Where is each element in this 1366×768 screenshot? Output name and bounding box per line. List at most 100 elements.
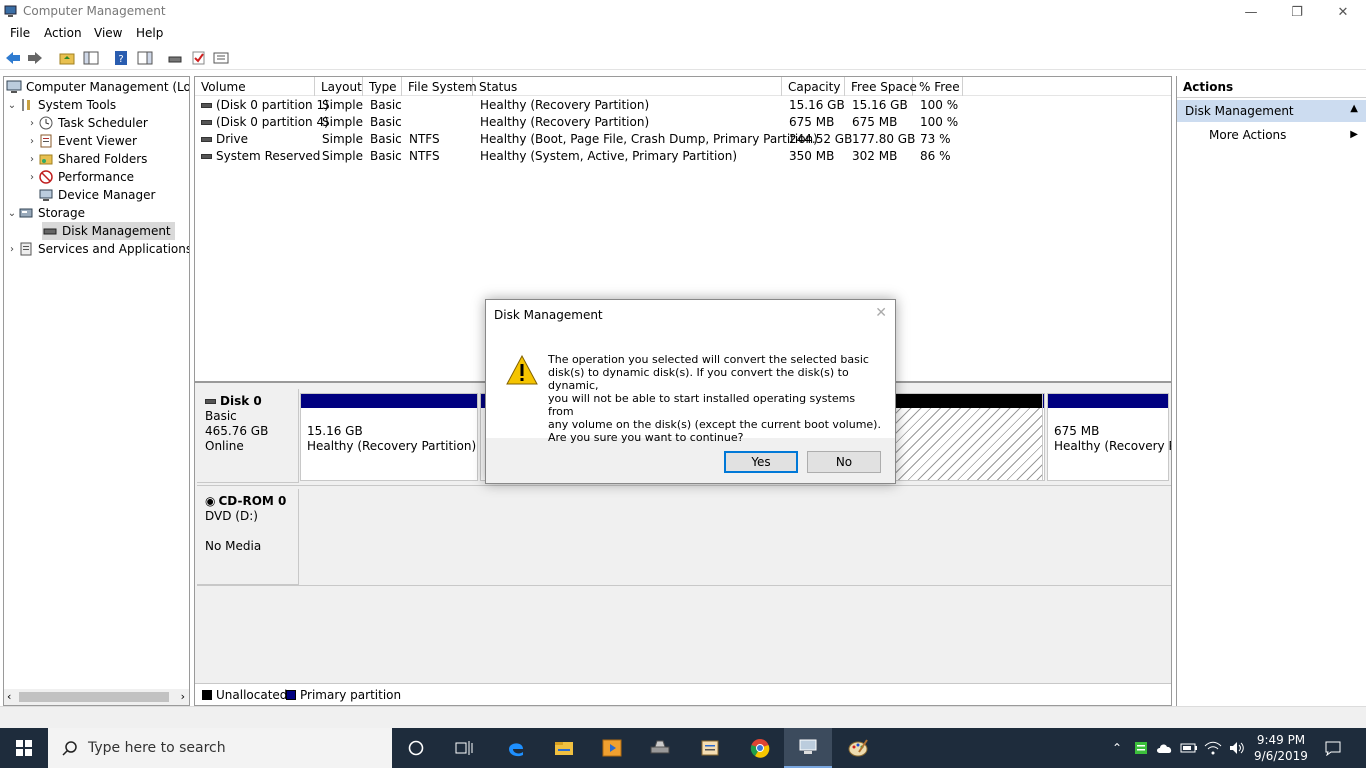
tree-services-applications[interactable]: › Services and Applications (6, 240, 189, 258)
tree-system-tools[interactable]: ⌄ System Tools (6, 96, 116, 114)
chrome-app[interactable] (736, 728, 784, 768)
dialog-message-line: you will not be able to start installed … (548, 392, 856, 418)
cortana-button[interactable] (392, 728, 440, 768)
media-app[interactable] (588, 728, 636, 768)
table-row[interactable]: (Disk 0 partition 4) Simple Basic Healthy (… (195, 114, 1171, 131)
cell-text: Simple (322, 98, 363, 112)
tree-event-viewer[interactable]: › Event Viewer (26, 132, 137, 150)
menu-file[interactable]: File (10, 26, 30, 40)
collapse-icon[interactable]: ▲ (1350, 103, 1358, 114)
chevron-right-icon[interactable]: › (26, 154, 38, 165)
menu-help[interactable]: Help (136, 26, 163, 40)
tray-app-green[interactable] (1130, 728, 1152, 768)
cell-text: 86 % (920, 149, 951, 163)
file-explorer-app[interactable] (540, 728, 588, 768)
column-percent-free[interactable]: % Free (913, 77, 963, 96)
scroll-left-icon[interactable]: ‹ (7, 690, 11, 703)
tree-disk-management[interactable]: Disk Management (42, 222, 175, 240)
actions-section-disk-management[interactable]: Disk Management ▲ (1177, 100, 1366, 122)
start-button[interactable] (0, 728, 48, 768)
cell-text: 73 % (920, 132, 951, 146)
forward-button[interactable] (26, 50, 44, 66)
battery-tray[interactable] (1178, 728, 1200, 768)
disk-0-label[interactable]: Disk 0 Basic 465.76 GB Online (197, 389, 299, 483)
column-type[interactable]: Type (363, 77, 402, 96)
help-button[interactable]: ? (112, 50, 130, 66)
chevron-right-icon[interactable]: › (26, 118, 38, 129)
more-actions[interactable]: More Actions (1209, 128, 1286, 142)
connect-drive-button[interactable] (166, 50, 184, 66)
volume-tray[interactable] (1226, 728, 1248, 768)
edge-icon (509, 743, 523, 757)
network-tray[interactable] (1202, 728, 1224, 768)
partition-4[interactable]: 675 MB Healthy (Recovery P (1047, 393, 1171, 481)
task-view-button[interactable] (440, 728, 488, 768)
chevron-right-icon[interactable]: › (26, 172, 38, 183)
table-row[interactable]: Drive Simple Basic NTFS Healthy (Boot, Page … (195, 131, 1171, 148)
menu-view[interactable]: View (94, 26, 122, 40)
table-cell: Healthy (Recovery Partition) (480, 115, 649, 129)
taskbar-search[interactable]: Type here to search (48, 728, 392, 768)
tree-horizontal-scrollbar[interactable]: ‹ › (4, 689, 189, 705)
yes-button[interactable]: Yes (724, 451, 798, 473)
close-button[interactable]: ✕ (1320, 0, 1366, 24)
computer-management-app[interactable] (784, 728, 832, 768)
submenu-arrow-icon[interactable]: ▶ (1350, 129, 1358, 140)
paint-app[interactable] (834, 728, 882, 768)
chevron-down-icon[interactable]: ⌄ (6, 208, 18, 219)
forward-arrow-icon (28, 52, 42, 64)
show-hide-action-pane-button[interactable] (136, 50, 154, 66)
chevron-down-icon[interactable]: ⌄ (6, 100, 18, 111)
cdrom-icon: ◉ (205, 494, 216, 508)
column-layout[interactable]: Layout (315, 77, 363, 96)
notes-app[interactable] (686, 728, 734, 768)
back-button[interactable] (4, 50, 22, 66)
clock[interactable]: 9:49 PM 9/6/2019 (1250, 728, 1312, 768)
clock-icon (38, 115, 54, 131)
cdrom-0-label[interactable]: ◉ CD-ROM 0 DVD (D:) No Media (197, 489, 299, 585)
dialog-close-icon[interactable]: ✕ (875, 305, 887, 321)
no-button[interactable]: No (807, 451, 881, 473)
scroll-right-icon[interactable]: › (181, 690, 185, 703)
tree-root[interactable]: Computer Management (Local (6, 78, 189, 96)
edge-app[interactable] (492, 728, 540, 768)
menu-action[interactable]: Action (44, 26, 82, 40)
table-cell: 100 % (920, 98, 958, 112)
tree-storage[interactable]: ⌄ Storage (6, 204, 85, 222)
clock-time: 9:49 PM (1256, 733, 1306, 747)
up-folder-button[interactable] (58, 50, 76, 66)
column-file-system[interactable]: File System (402, 77, 477, 96)
show-hidden-icons[interactable]: ⌃ (1108, 728, 1126, 768)
minimize-button[interactable]: — (1228, 0, 1274, 24)
title-bar[interactable]: Computer Management — ❐ ✕ (0, 0, 1366, 24)
onedrive-tray[interactable] (1154, 728, 1176, 768)
table-row[interactable]: System Reserved Simple Basic NTFS Healthy (S… (195, 148, 1171, 165)
primary-swatch (286, 690, 296, 700)
disk-0-name: Disk 0 (220, 394, 262, 408)
column-status[interactable]: Status (473, 77, 782, 96)
partition-selected[interactable] (895, 393, 1043, 481)
restore-icon: ❐ (1291, 4, 1303, 20)
restore-button[interactable]: ❐ (1274, 0, 1320, 24)
column-free-space[interactable]: Free Space (845, 77, 917, 96)
computer-management-window: Computer Management — ❐ ✕ File Action Vi… (0, 0, 1366, 728)
show-hide-tree-button[interactable] (82, 50, 100, 66)
column-capacity[interactable]: Capacity (782, 77, 845, 96)
tree-performance[interactable]: › Performance (26, 168, 134, 186)
chevron-right-icon[interactable]: › (26, 136, 38, 147)
tree-task-scheduler[interactable]: › Task Scheduler (26, 114, 148, 132)
partition-1[interactable]: 15.16 GB Healthy (Recovery Partition) (300, 393, 478, 481)
table-row[interactable]: (Disk 0 partition 1) Simple Basic Healthy (… (195, 97, 1171, 114)
settings-button[interactable] (212, 50, 230, 66)
scroll-thumb[interactable] (19, 692, 169, 702)
drive-tool-app[interactable] (636, 728, 684, 768)
dialog-message: The operation you selected will convert … (548, 353, 883, 444)
tree-device-manager[interactable]: Device Manager (38, 186, 155, 204)
action-center-button[interactable] (1318, 728, 1348, 768)
tree-shared-folders[interactable]: › Shared Folders (26, 150, 147, 168)
properties-button[interactable] (190, 50, 208, 66)
column-volume[interactable]: Volume (195, 77, 315, 96)
primary-partition-bar (1048, 394, 1168, 408)
chevron-right-icon[interactable]: › (6, 244, 18, 255)
partition-1-text: 15.16 GB Healthy (Recovery Partition) (307, 424, 476, 454)
